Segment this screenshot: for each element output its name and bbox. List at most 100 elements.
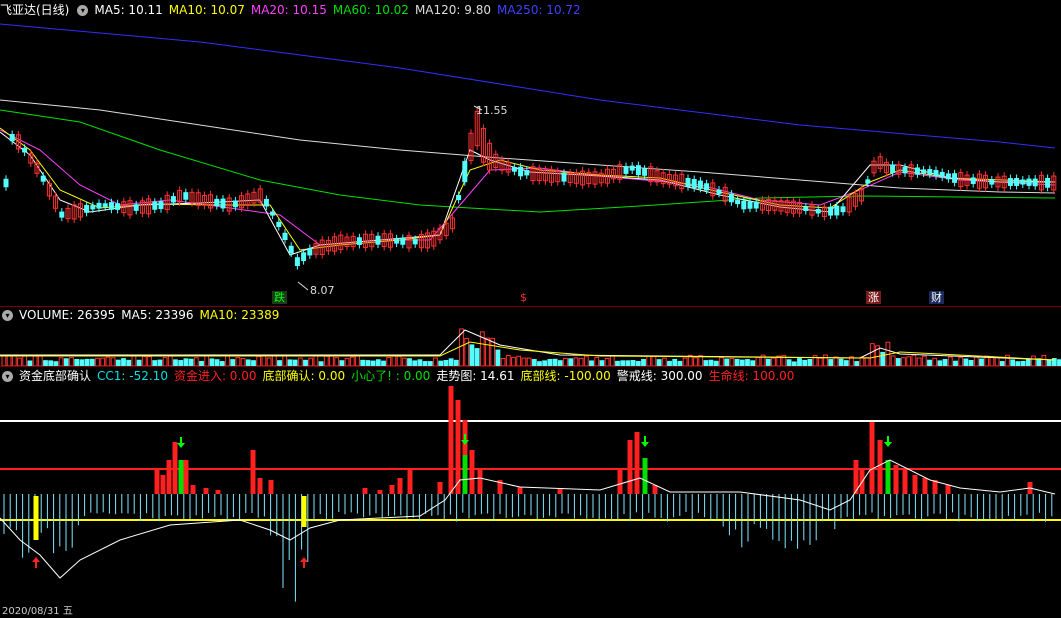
volume-bar xyxy=(609,355,615,367)
volume-bar xyxy=(334,357,340,367)
volume-bar xyxy=(505,354,511,367)
candle xyxy=(22,147,28,153)
volume-bar xyxy=(308,357,314,367)
candle xyxy=(623,166,629,174)
candle xyxy=(170,196,176,203)
volume-bar xyxy=(833,356,839,367)
event-tag-dollar[interactable]: $ xyxy=(518,291,529,304)
capital-bar xyxy=(190,485,196,494)
candle xyxy=(952,173,958,183)
bottom-confirm-bar xyxy=(301,496,307,527)
volume-bar xyxy=(448,358,454,367)
volume-bar xyxy=(386,357,392,367)
down-arrow-icon xyxy=(641,442,649,447)
capital-bar xyxy=(377,490,383,494)
volume-bar xyxy=(162,357,168,367)
volume-bar xyxy=(89,358,95,367)
price-indicators: MA5: 10.11 MA10: 10.07 MA20: 10.15 MA60: 10… xyxy=(94,3,586,17)
volume-bar xyxy=(578,357,584,367)
volume-bar xyxy=(407,358,412,367)
candle xyxy=(524,170,530,176)
candle xyxy=(728,193,734,203)
volume-bar xyxy=(1,355,7,367)
caution-bar xyxy=(642,458,648,494)
candle xyxy=(158,201,164,210)
candle xyxy=(282,232,288,241)
indicator-value-7: 警戒线: 300.00 xyxy=(616,369,703,383)
ma120-line xyxy=(0,99,1056,194)
price-indicator-3: MA60: 10.02 xyxy=(332,3,409,17)
volume-bar xyxy=(552,358,558,367)
capital-bar xyxy=(250,450,256,494)
volume-bar xyxy=(167,354,173,367)
candle xyxy=(214,198,220,207)
volume-bar xyxy=(516,355,522,367)
capital-bar xyxy=(617,470,623,494)
volume-bar xyxy=(17,357,22,367)
volume-bar xyxy=(500,357,506,367)
volume-bar xyxy=(859,356,865,367)
volume-bar xyxy=(869,343,875,367)
volume-bar xyxy=(225,354,230,367)
chevron-down-icon[interactable]: ▾ xyxy=(77,5,89,16)
capital-bar xyxy=(945,485,951,494)
volume-bar xyxy=(511,356,516,367)
indicator-panel-header: ▾ 资金底部确认 CC1: -52.10 资金进入: 0.00 底部确认: 0.00 小心… xyxy=(0,368,806,384)
capital-bar xyxy=(203,488,209,494)
event-tag-rise[interactable]: 涨 xyxy=(866,291,881,304)
capital-bar xyxy=(407,470,413,494)
volume-indicator-2: MA10: 23389 xyxy=(199,308,280,322)
volume-bar xyxy=(979,358,984,367)
volume-bar xyxy=(765,358,771,367)
capital-bar xyxy=(893,465,899,494)
candle xyxy=(1045,177,1051,188)
volume-bar xyxy=(84,358,90,367)
volume-bar xyxy=(349,356,355,367)
capital-bar xyxy=(166,460,172,494)
volume-bar xyxy=(817,357,823,367)
volume-bar xyxy=(755,356,761,367)
price-panel-header: 飞亚达(日线) ▾ MA5: 10.11 MA10: 10.07 MA20: 10.15… xyxy=(0,2,593,18)
volume-bar xyxy=(266,357,272,367)
candle xyxy=(970,177,976,185)
event-tag-finance[interactable]: 财 xyxy=(929,291,944,304)
candle xyxy=(412,239,418,245)
volume-bar xyxy=(193,357,199,367)
candle xyxy=(232,200,238,208)
capital-bar xyxy=(397,478,403,494)
volume-indicators: VOLUME: 26395 MA5: 23396 MA10: 23389 xyxy=(19,308,285,322)
candle xyxy=(288,245,294,254)
capital-bar xyxy=(902,470,908,494)
price-indicator-2: MA20: 10.15 xyxy=(250,3,327,17)
volume-bar xyxy=(646,355,652,367)
candle xyxy=(263,198,269,207)
candle xyxy=(828,206,834,216)
ma60-line xyxy=(0,109,1056,213)
candle xyxy=(691,179,697,189)
volume-bar xyxy=(204,354,210,367)
indicator-value-1: CC1: -52.10 xyxy=(97,369,168,383)
price-indicator-1: MA10: 10.07 xyxy=(168,3,245,17)
volume-bar xyxy=(797,358,802,367)
capital-bar xyxy=(877,440,883,494)
candle xyxy=(108,202,114,210)
candle xyxy=(1007,178,1013,186)
volume-bar xyxy=(994,356,1000,367)
indicator-value-6: 底部线: -100.00 xyxy=(520,369,611,383)
chevron-down-icon[interactable]: ▾ xyxy=(2,310,13,321)
volume-bar xyxy=(734,358,740,367)
event-tag-fall[interactable]: 跌 xyxy=(272,291,287,304)
candle xyxy=(133,204,139,211)
volume-indicator-1: MA5: 23396 xyxy=(121,308,194,322)
volume-bar xyxy=(724,358,730,367)
candle xyxy=(102,203,108,208)
panel-separator xyxy=(0,366,1061,367)
candle xyxy=(741,200,747,210)
chevron-down-icon[interactable]: ▾ xyxy=(2,371,13,382)
volume-bar xyxy=(6,355,12,367)
candle xyxy=(914,167,920,175)
candle xyxy=(84,204,90,213)
candle xyxy=(375,235,381,245)
candle xyxy=(456,194,462,201)
capital-bar xyxy=(389,485,395,494)
